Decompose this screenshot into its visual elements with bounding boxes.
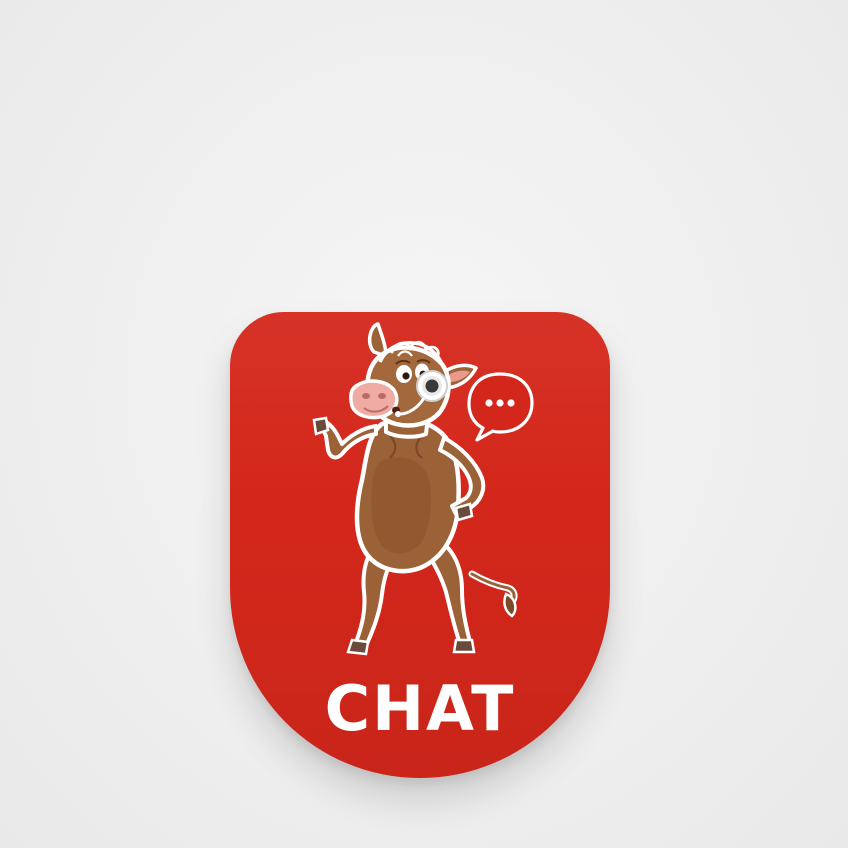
speech-bubble-ellipsis-icon — [467, 372, 534, 442]
chat-button[interactable]: CHAT — [230, 312, 610, 778]
chat-label: CHAT — [324, 672, 516, 745]
page: CHAT — [0, 0, 848, 848]
